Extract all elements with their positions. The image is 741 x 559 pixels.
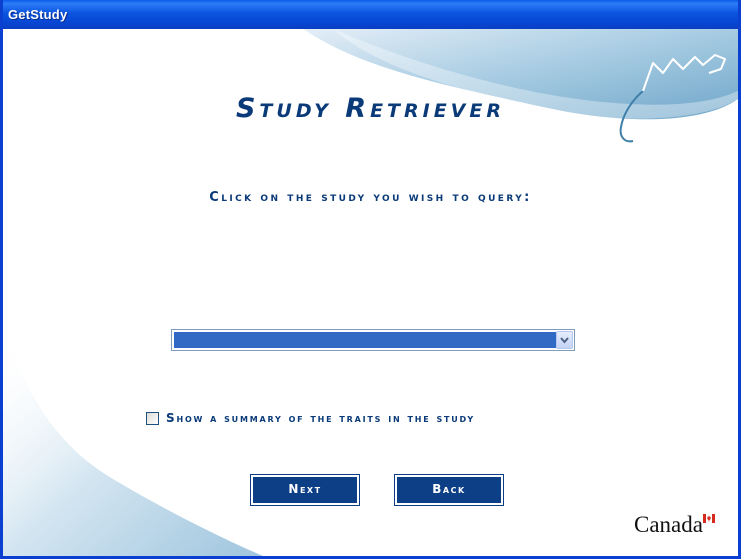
instruction-text: Click on the study you wish to query:: [209, 190, 532, 205]
chevron-down-icon: [560, 337, 569, 344]
canada-flag-icon: [703, 514, 715, 523]
next-button[interactable]: Next: [250, 474, 360, 506]
page-title: Study Retriever: [235, 93, 505, 124]
window-title: GetStudy: [8, 7, 68, 22]
client-area: Study Retriever Click on the study you w…: [3, 29, 738, 556]
title-bar[interactable]: GetStudy: [3, 0, 738, 29]
back-button[interactable]: Back: [394, 474, 504, 506]
canada-wordmark-text: Canada: [634, 512, 703, 537]
summary-checkbox[interactable]: [146, 412, 159, 425]
summary-checkbox-label[interactable]: Show a summary of the traits in the stud…: [166, 411, 475, 425]
study-select-value[interactable]: [174, 332, 556, 348]
study-select[interactable]: [171, 329, 575, 351]
dropdown-button[interactable]: [556, 331, 573, 349]
app-window: GetStudy Study Retriever Click on the st…: [0, 0, 741, 559]
